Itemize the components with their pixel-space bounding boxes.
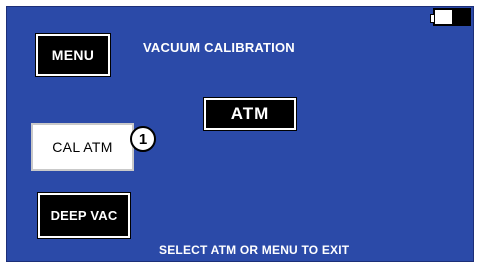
battery-tip [430, 14, 435, 23]
calibration-status-display: ATM [203, 97, 297, 131]
menu-button-label: MENU [51, 47, 95, 63]
calibration-status-value: ATM [230, 104, 270, 123]
deep-vac-button[interactable]: DEEP VAC [37, 192, 131, 239]
device-screen: MENU VACUUM CALIBRATION ATM CAL ATM DEEP… [6, 6, 474, 262]
cal-atm-button[interactable]: CAL ATM [31, 123, 134, 171]
cal-atm-button-label: CAL ATM [52, 139, 113, 155]
battery-icon [430, 8, 471, 26]
battery-level-fill [452, 10, 469, 24]
callout-number: 1 [138, 130, 148, 148]
callout-marker: 1 [130, 126, 156, 152]
screen-title: VACUUM CALIBRATION [143, 40, 295, 55]
exit-instruction: SELECT ATM OR MENU TO EXIT [159, 243, 350, 257]
deep-vac-button-label: DEEP VAC [50, 208, 118, 223]
menu-button[interactable]: MENU [35, 33, 111, 77]
